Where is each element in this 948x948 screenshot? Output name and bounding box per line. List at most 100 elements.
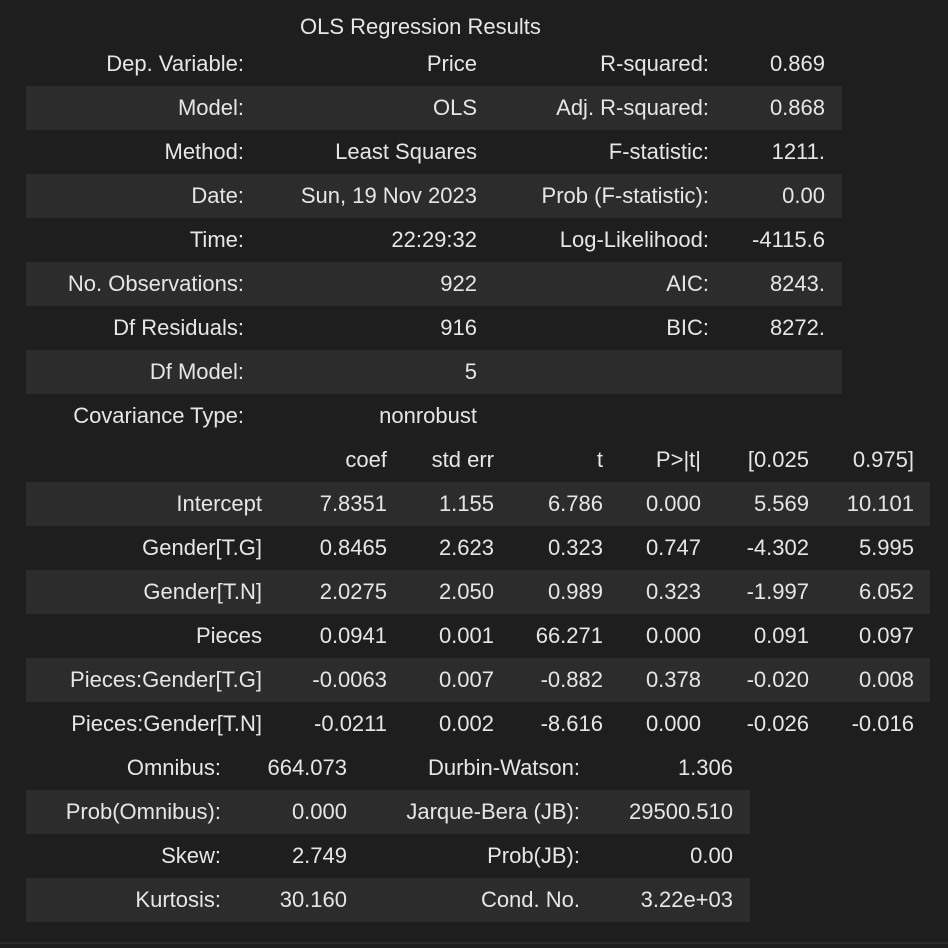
coef-value: -0.0063	[312, 667, 387, 692]
diagnostics-stat-label: Durbin-Watson:	[427, 755, 580, 780]
coef-term: Pieces:Gender[T.N]	[71, 711, 262, 736]
summary-value: 5	[464, 359, 477, 384]
summary-value: 916	[440, 315, 477, 340]
summary-value: Sun, 19 Nov 2023	[300, 183, 477, 208]
diagnostics-stat-label: Jarque-Bera (JB):	[406, 799, 580, 824]
coef-t: -8.616	[540, 711, 603, 736]
coef-t: 66.271	[535, 623, 603, 648]
coef-row: Intercept 7.8351 1.155 6.786 0.000 5.569 10.10…	[26, 482, 930, 526]
results-caption: OLS Regression Results	[300, 14, 541, 39]
summary-row: Date: Sun, 19 Nov 2023 Prob (F-statistic):…	[26, 174, 842, 218]
summary-stat-label: R-squared:	[600, 51, 709, 76]
coef-row: Gender[T.N] 2.0275 2.050 0.989 0.323 -1.997 6.…	[26, 570, 930, 614]
coef-p: 0.000	[645, 491, 701, 516]
coef-t: 6.786	[547, 491, 603, 516]
coef-row: Pieces 0.0941 0.001 66.271 0.000 0.091 0.097	[26, 614, 930, 658]
coef-row: Pieces:Gender[T.G] -0.0063 0.007 -0.882 0.37…	[26, 658, 930, 702]
summary-value: 922	[440, 271, 477, 296]
summary-stat-label: Adj. R-squared:	[556, 95, 709, 120]
summary-row: Time: 22:29:32 Log-Likelihood: -4115.6	[26, 218, 842, 262]
summary-label: No. Observations:	[67, 271, 244, 296]
diagnostics-stat-value: 1.306	[677, 755, 733, 780]
summary-stat-value: 0.869	[769, 51, 825, 76]
diagnostics-value: 2.749	[291, 843, 347, 868]
summary-label: Df Model:	[149, 359, 244, 384]
diagnostics-row: Kurtosis: 30.160 Cond. No. 3.22e+03	[26, 878, 750, 922]
coef-p: 0.378	[645, 667, 701, 692]
coef-term: Pieces	[195, 623, 262, 648]
summary-stat-label: F-statistic:	[608, 139, 709, 164]
summary-row: Df Residuals: 916 BIC: 8272.	[26, 306, 842, 350]
diagnostics-stat-value: 3.22e+03	[640, 887, 733, 912]
diagnostics-label: Omnibus:	[126, 755, 221, 780]
summary-value: OLS	[432, 95, 477, 120]
summary-row: No. Observations: 922 AIC: 8243.	[26, 262, 842, 306]
coef-term: Intercept	[176, 491, 262, 516]
diagnostics-row: Prob(Omnibus): 0.000 Jarque-Bera (JB): 2950…	[26, 790, 750, 834]
diagnostics-stat-label: Cond. No.	[480, 887, 580, 912]
coef-p: 0.747	[645, 535, 701, 560]
summary-stat-label: Log-Likelihood:	[559, 227, 709, 252]
coef-value: 0.0941	[319, 623, 387, 648]
coef-value: 2.0275	[319, 579, 387, 604]
coef-term: Gender[T.N]	[143, 579, 262, 604]
summary-value: Least Squares	[335, 139, 477, 164]
coef-ci-low: -0.020	[746, 667, 809, 692]
coef-p: 0.000	[645, 623, 701, 648]
coef-ci-low: -0.026	[746, 711, 809, 736]
diagnostics-row: Omnibus: 664.073 Durbin-Watson: 1.306	[26, 746, 750, 790]
summary-stat-value: 0.00	[782, 183, 825, 208]
diagnostics-label: Prob(Omnibus):	[65, 799, 221, 824]
summary-stat-label: BIC:	[666, 315, 709, 340]
summary-row: Dep. Variable: Price R-squared: 0.869	[26, 42, 842, 86]
coef-header-cell: [0.025	[747, 447, 809, 472]
coef-header-cell: coef	[345, 447, 387, 472]
coef-ci-low: -1.997	[746, 579, 809, 604]
coef-ci-high: 0.097	[858, 623, 914, 648]
coef-p: 0.000	[645, 711, 701, 736]
diagnostics-value: 0.000	[291, 799, 347, 824]
summary-row: Method: Least Squares F-statistic: 1211.	[26, 130, 842, 174]
coef-value: 7.8351	[319, 491, 387, 516]
coef-std-err: 0.002	[438, 711, 494, 736]
coef-value: 0.8465	[319, 535, 387, 560]
bottom-rule	[0, 942, 948, 944]
summary-stat-value: -4115.6	[752, 227, 825, 252]
summary-row: Covariance Type: nonrobust	[26, 394, 842, 438]
coef-header-cell: P>|t|	[655, 447, 701, 472]
coef-ci-high: 6.052	[858, 579, 914, 604]
summary-label: Df Residuals:	[113, 315, 244, 340]
coef-row: Gender[T.G] 0.8465 2.623 0.323 0.747 -4.302 5.…	[26, 526, 930, 570]
summary-value: 22:29:32	[391, 227, 477, 252]
coef-ci-high: 10.101	[846, 491, 914, 516]
coef-std-err: 2.623	[438, 535, 494, 560]
diagnostics-value: 664.073	[267, 755, 347, 780]
diagnostics-value: 30.160	[279, 887, 347, 912]
summary-row: Df Model: 5	[26, 350, 842, 394]
summary-stat-value: 1211.	[771, 139, 825, 164]
diagnostics-row: Skew: 2.749 Prob(JB): 0.00	[26, 834, 750, 878]
diagnostics-stat-label: Prob(JB):	[487, 843, 580, 868]
coef-p: 0.323	[645, 579, 701, 604]
summary-label: Model:	[177, 95, 244, 120]
coef-t: -0.882	[540, 667, 603, 692]
summary-value: Price	[426, 51, 477, 76]
coef-ci-high: 5.995	[858, 535, 914, 560]
summary-stat-label: AIC:	[666, 271, 709, 296]
summary-label: Method:	[164, 139, 245, 164]
coef-std-err: 0.007	[438, 667, 494, 692]
diagnostics-label: Skew:	[161, 843, 221, 868]
coef-value: -0.0211	[314, 711, 387, 736]
summary-value: nonrobust	[379, 403, 477, 428]
summary-row: Model: OLS Adj. R-squared: 0.868	[26, 86, 842, 130]
summary-label: Dep. Variable:	[106, 51, 244, 76]
summary-label: Covariance Type:	[73, 403, 244, 428]
coef-std-err: 1.155	[438, 491, 494, 516]
summary-stat-value: 8243.	[769, 271, 825, 296]
coef-term: Pieces:Gender[T.G]	[70, 667, 262, 692]
coef-ci-low: 5.569	[753, 491, 809, 516]
coef-header-cell: t	[596, 447, 603, 472]
coef-t: 0.323	[547, 535, 603, 560]
coef-std-err: 2.050	[438, 579, 494, 604]
coef-ci-low: 0.091	[753, 623, 809, 648]
